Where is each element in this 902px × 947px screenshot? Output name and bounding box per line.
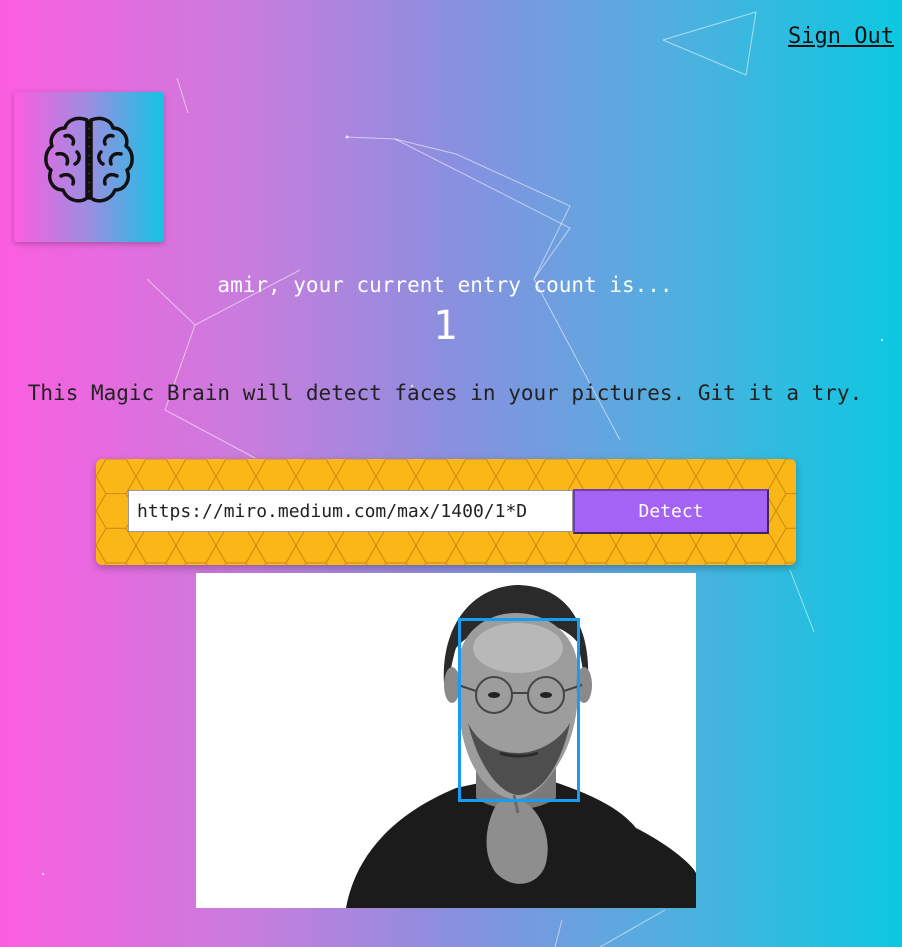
portrait-photo [196, 573, 696, 908]
sign-out-link[interactable]: Sign Out [788, 24, 894, 49]
face-detection-image [196, 573, 696, 908]
face-bounding-box [458, 618, 580, 802]
logo-card [14, 92, 164, 242]
detect-button[interactable]: Detect [573, 489, 769, 534]
image-url-input[interactable] [128, 490, 573, 532]
entry-count-value: 1 [432, 303, 458, 349]
brain-icon [44, 116, 134, 203]
url-form: Detect [96, 459, 796, 565]
entry-count-message: amir, your current entry count is... [217, 273, 673, 297]
intro-text: This Magic Brain will detect faces in yo… [27, 381, 863, 405]
